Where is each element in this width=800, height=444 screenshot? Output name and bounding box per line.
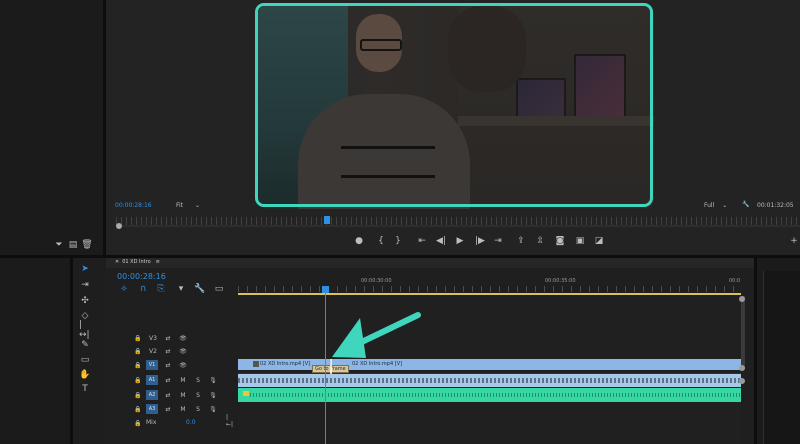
scroll-handle-top[interactable]	[739, 296, 745, 302]
annotation-arrow-icon	[332, 312, 421, 358]
timeline-vertical-scrollbar[interactable]	[741, 296, 745, 370]
scroll-handle-bottom[interactable]	[739, 378, 745, 384]
scroll-handle-mid[interactable]	[739, 365, 745, 371]
audio-meter	[763, 271, 800, 444]
